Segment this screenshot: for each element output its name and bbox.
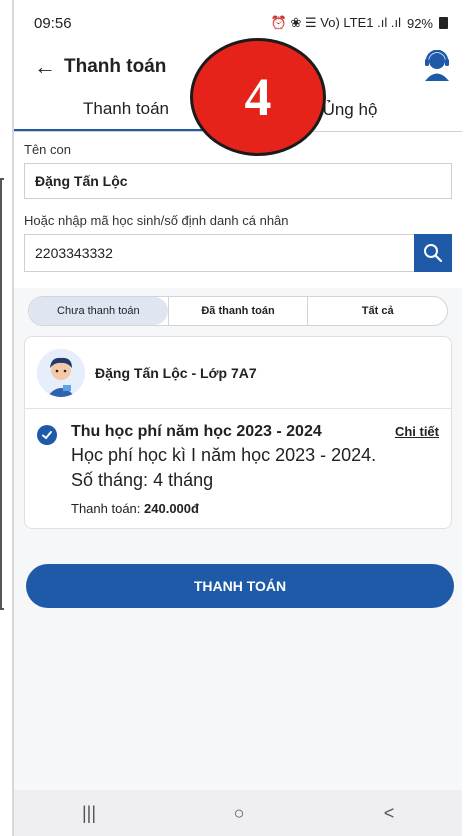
detail-link[interactable]: Chi tiết	[395, 424, 439, 439]
battery-icon	[439, 17, 448, 29]
step-number-badge: 4	[190, 38, 326, 156]
student-id-label: Hoặc nhập mã học sinh/số định danh cá nh…	[24, 213, 289, 228]
student-id-search: 2203343332	[24, 234, 452, 272]
amount-label: Thanh toán:	[71, 501, 141, 516]
student-avatar	[37, 348, 85, 397]
fee-title-line: Thu học phí năm học 2023 - 2024 Chi tiết	[71, 423, 439, 441]
fee-item: Thu học phí năm học 2023 - 2024 Chi tiết…	[25, 409, 451, 528]
home-icon[interactable]: ○	[209, 803, 269, 824]
signal-icons: ⏰ ❀ ☰ Vo) LTE1 .ıl .ıl	[270, 15, 401, 30]
fee-title: Thu học phí năm học 2023 - 2024	[71, 423, 322, 440]
student-name: Đặng Tấn Lộc - Lớp 7A7	[95, 364, 257, 381]
fee-body: Thu học phí năm học 2023 - 2024 Chi tiết…	[71, 423, 439, 516]
pay-button[interactable]: THANH TOÁN	[26, 564, 454, 608]
child-select[interactable]: Đặng Tấn Lộc	[24, 163, 452, 199]
side-marker	[0, 178, 4, 610]
student-row: Đặng Tấn Lộc - Lớp 7A7	[25, 337, 451, 409]
phone-screen: 09:56 ⏰ ❀ ☰ Vo) LTE1 .ıl .ıl 92% ← Thanh…	[12, 0, 462, 836]
payment-filter: Chưa thanh toán Đã thanh toán Tất cả	[14, 288, 462, 326]
back-icon[interactable]: <	[359, 803, 419, 824]
student-id-input[interactable]: 2203343332	[24, 234, 414, 272]
recents-icon[interactable]: |||	[59, 803, 119, 824]
fee-description: Học phí học kì I năm học 2023 - 2024.	[71, 445, 377, 465]
fee-amount: Thanh toán: 240.000đ	[71, 501, 439, 516]
checkbox-checked-icon[interactable]	[37, 425, 57, 445]
back-arrow-icon[interactable]: ←	[34, 54, 64, 80]
page-title: Thanh toán	[64, 56, 167, 77]
status-bar: 09:56 ⏰ ❀ ☰ Vo) LTE1 .ıl .ıl 92%	[14, 0, 462, 46]
filter-paid[interactable]: Đã thanh toán	[167, 297, 308, 325]
search-icon	[424, 244, 443, 263]
amount-value: 240.000đ	[144, 501, 199, 516]
search-button[interactable]	[414, 234, 452, 272]
system-nav-bar: ||| ○ <	[14, 790, 462, 836]
support-agent-icon[interactable]	[422, 50, 452, 82]
segmented-control: Chưa thanh toán Đã thanh toán Tất cả	[28, 296, 448, 326]
battery-level: 92%	[406, 15, 433, 31]
fee-card: Đặng Tấn Lộc - Lớp 7A7 Thu học phí năm h…	[24, 336, 452, 529]
status-time: 09:56	[34, 14, 72, 32]
payment-form: Tên con Đặng Tấn Lộc Hoặc nhập mã học si…	[14, 132, 462, 288]
status-indicators: ⏰ ❀ ☰ Vo) LTE1 .ıl .ıl 92%	[271, 15, 448, 31]
filter-all[interactable]: Tất cả	[307, 297, 447, 325]
fee-months: Số tháng: 4 tháng	[71, 470, 214, 490]
filter-unpaid[interactable]: Chưa thanh toán	[29, 297, 168, 325]
